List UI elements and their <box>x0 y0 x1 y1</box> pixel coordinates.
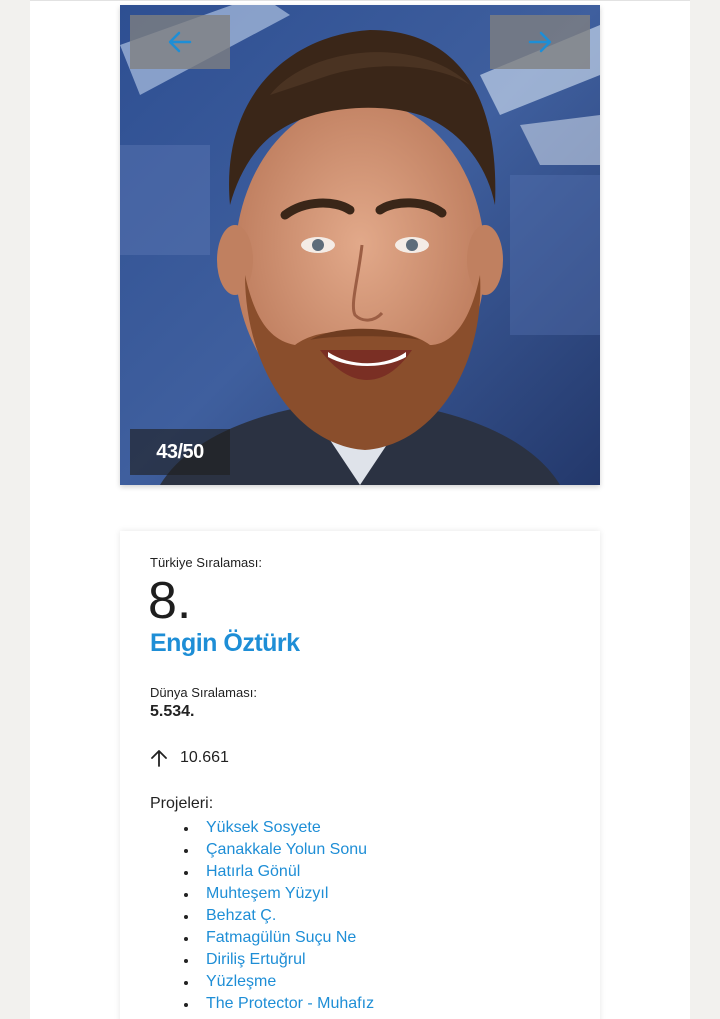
world-rank-label: Dünya Sıralaması: <box>150 685 257 700</box>
project-link[interactable]: Behzat Ç. <box>176 905 374 927</box>
arrow-right-icon <box>528 31 552 53</box>
projects-list: Yüksek Sosyete Çanakkale Yolun Sonu Hatı… <box>176 817 374 1015</box>
project-link[interactable]: Yüzleşme <box>176 971 374 993</box>
person-info-card: Türkiye Sıralaması: 8. Engin Öztürk Düny… <box>120 531 600 1019</box>
rank-trend: 10.661 <box>150 749 229 767</box>
turkey-rank-value: 8. <box>148 572 192 630</box>
arrow-up-icon <box>151 750 167 767</box>
photo-counter: 43/50 <box>130 429 230 475</box>
projects-label: Projeleri: <box>150 795 214 812</box>
project-link[interactable]: Yüksek Sosyete <box>176 817 374 839</box>
world-rank-value: 5.534. <box>150 703 195 720</box>
project-link[interactable]: Diriliş Ertuğrul <box>176 949 374 971</box>
next-photo-button[interactable] <box>490 15 590 69</box>
prev-photo-button[interactable] <box>130 15 230 69</box>
photo-slider: 43/50 <box>120 5 600 485</box>
arrow-left-icon <box>168 31 192 53</box>
person-photo <box>120 5 600 485</box>
project-link[interactable]: The Protector - Muhafız <box>176 993 374 1015</box>
turkey-rank-label: Türkiye Sıralaması: <box>150 555 262 570</box>
project-link[interactable]: Fatmagülün Suçu Ne <box>176 927 374 949</box>
page-container: 43/50 Türkiye Sıralaması: 8. Engin Öztür… <box>30 0 690 1019</box>
project-link[interactable]: Muhteşem Yüzyıl <box>176 883 374 905</box>
project-link[interactable]: Hatırla Gönül <box>176 861 374 883</box>
trend-value: 10.661 <box>180 749 229 766</box>
project-link[interactable]: Çanakkale Yolun Sonu <box>176 839 374 861</box>
person-name[interactable]: Engin Öztürk <box>150 629 300 658</box>
